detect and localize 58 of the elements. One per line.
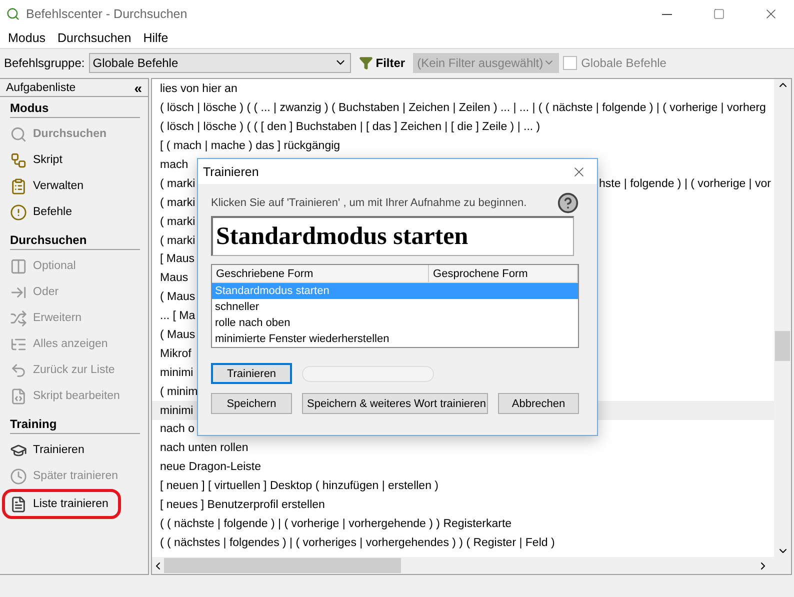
command-row[interactable]: ( ( nächste | folgende ) | ( vorherige | vorhergehende ) ) Registerkarte (152, 514, 774, 534)
command-row[interactable]: [ neues ] Benutzerprofil erstellen (152, 496, 774, 514)
command-row[interactable]: nach unten rollen (152, 438, 774, 458)
shuffle-icon (10, 310, 27, 326)
filter-icon (358, 56, 373, 70)
table-row[interactable]: rolle nach oben (212, 315, 578, 331)
column-header[interactable]: Geschriebene Form (212, 265, 430, 282)
horizontal-scrollbar[interactable] (152, 557, 791, 574)
sidebar-item[interactable]: Skript (10, 147, 62, 173)
clock-icon (10, 468, 27, 484)
dialog-title: Trainieren (203, 164, 259, 178)
train-button[interactable]: Trainieren (211, 363, 292, 384)
alert-icon (10, 204, 27, 220)
section-title: Modus (10, 101, 140, 118)
collapse-button[interactable]: « (134, 80, 142, 94)
app-icon (6, 7, 20, 21)
table-row[interactable]: minimierte Fenster wiederherstellen (212, 331, 578, 347)
dialog-button[interactable]: Speichern (211, 393, 292, 414)
menu-item[interactable]: Modus (2, 31, 52, 45)
command-row[interactable]: [ neuen ] [ virtuellen ] Desktop ( hinzufügen | erstellen ) (152, 476, 774, 496)
sidebar-item[interactable]: Liste trainieren (2, 489, 122, 519)
sidebar-item[interactable]: Befehle (10, 199, 72, 225)
section-title: Training (10, 417, 140, 434)
document-icon (10, 496, 27, 512)
table-row[interactable]: schneller (212, 299, 578, 315)
workflow-icon (10, 152, 27, 168)
group-dropdown[interactable]: Globale Befehle (88, 52, 351, 72)
section-title: Durchsuchen (10, 233, 140, 250)
command-row[interactable]: ( ( nächstes | folgendes ) | ( vorheriges | vorhergehendes ) ) ( Register | Feld ) (152, 533, 774, 552)
columns-icon (10, 258, 27, 274)
scroll-thumb[interactable] (775, 331, 790, 361)
command-row[interactable]: neue Dragon-Leiste (152, 458, 774, 477)
command-row[interactable]: [ ( mach | mache ) das ] rückgängig (152, 136, 774, 156)
undo-icon (10, 362, 27, 378)
menu-item[interactable]: Hilfe (137, 31, 174, 45)
command-text: hste | folgende ) | ( vorherige | vor (599, 178, 771, 190)
filter-button[interactable]: Filter (354, 56, 410, 70)
command-row[interactable]: ( lösch | lösche ) ( ( [ den ] Buchstaben | [ das ] Zeichen | [ die ] Zeile ) | ... ) (152, 118, 774, 137)
command-row[interactable]: lies von hier an (152, 80, 774, 99)
group-label: Befehlsgruppe: (4, 56, 85, 70)
command-row[interactable]: ( lösch | lösche ) ( ( ... | zwanzig ) ( Buchstaben | Zeichen | Zeilen ) ... | ... | ( ( nächste | folgende ) | ( vorherige | vorherg (152, 98, 774, 118)
help-icon[interactable] (557, 192, 579, 214)
panel-title: Aufgabenliste (6, 82, 76, 94)
menu-item[interactable]: Durchsuchen (52, 31, 138, 45)
sidebar-item[interactable]: Trainieren (10, 437, 84, 463)
file-icon (10, 388, 27, 404)
search-icon (10, 126, 27, 142)
dialog-button[interactable]: Speichern & weiteres Wort trainieren (302, 393, 488, 414)
maximize-icon (713, 8, 725, 20)
clipboard-icon (10, 178, 27, 194)
vertical-scrollbar[interactable] (774, 79, 791, 557)
scroll-thumb[interactable] (164, 558, 401, 573)
phrase-display: Standardmodus starten (211, 216, 574, 256)
sidebar-item[interactable]: Verwalten (10, 173, 84, 199)
window-title: Befehlscenter - Durchsuchen (26, 7, 188, 21)
instruction-text: Klicken Sie auf 'Trainieren' , um mit Ihrer Aufnahme zu beginnen. (211, 197, 527, 209)
dialog-button[interactable]: Abbrechen (498, 393, 579, 414)
column-header[interactable]: Gesprochene Form (429, 265, 578, 282)
